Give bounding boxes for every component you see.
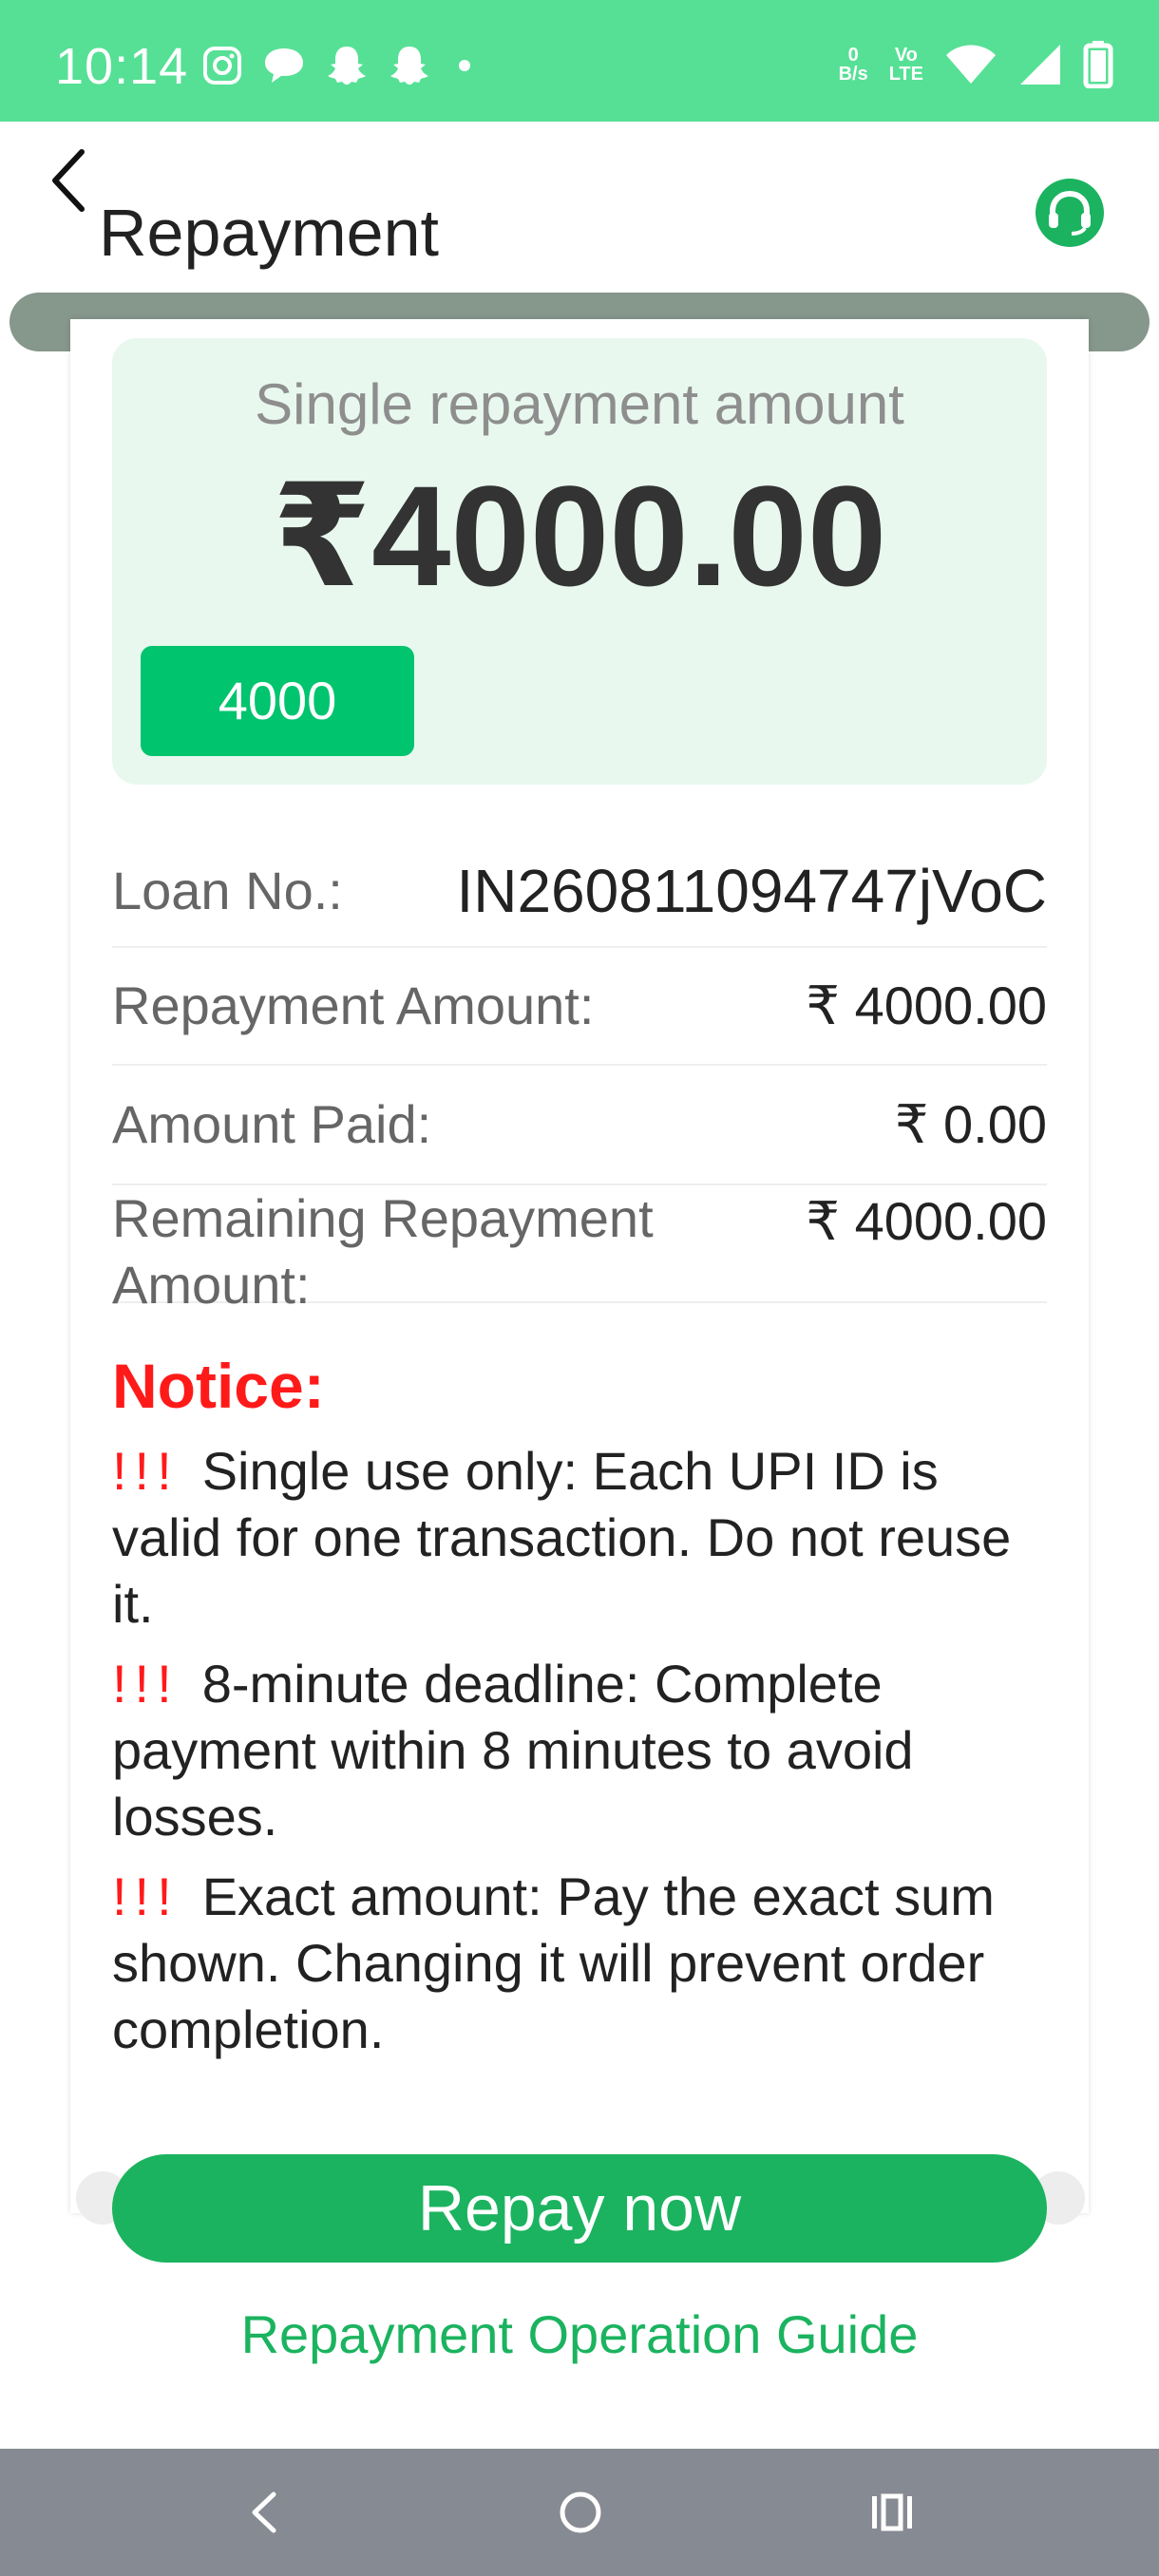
warning-marker: !!! xyxy=(112,1654,180,1714)
back-arrow-icon xyxy=(52,149,85,212)
notice-item: !!! Exact amount: Pay the exact sum shown… xyxy=(112,1864,1053,2063)
warning-marker: !!! xyxy=(112,1866,180,1926)
notice-text: Single use only: Each UPI ID is valid fo… xyxy=(112,1441,1012,1634)
status-time: 10:14 xyxy=(55,38,189,95)
snapchat-icon xyxy=(390,47,428,85)
status-bar: 10:14 0 B/s Vo LTE xyxy=(0,0,1159,122)
notice-text: Exact amount: Pay the exact sum shown. C… xyxy=(112,1866,995,2059)
detail-label: Repayment Amount: xyxy=(112,975,595,1035)
detail-row-amount-paid: Amount Paid: ₹ 0.00 xyxy=(112,1066,1047,1185)
amount-chip: 4000 xyxy=(141,646,414,756)
customer-support-icon xyxy=(1036,179,1104,247)
nav-recent-apps-icon xyxy=(872,2493,912,2531)
detail-value: ₹ 4000.00 xyxy=(806,975,1047,1035)
detail-value: IN260811094747jVoC xyxy=(456,857,1047,925)
nav-back-icon xyxy=(252,2491,276,2533)
detail-label: Remaining Repayment Amount: xyxy=(112,1188,654,1315)
dot-icon xyxy=(459,60,470,71)
amount-summary-box: Single repayment amount ₹4000.00 4000 xyxy=(112,338,1047,785)
nav-home-button[interactable] xyxy=(547,2479,614,2546)
detail-row-remaining-amount: Remaining Repayment Amount: ₹ 4000.00 xyxy=(112,1185,1047,1315)
system-navigation-bar xyxy=(0,2449,1159,2576)
wifi-icon xyxy=(946,45,996,84)
notice-item: !!! 8-minute deadline: Complete payment w… xyxy=(112,1651,1053,1850)
notice-text: 8-minute deadline: Complete payment with… xyxy=(112,1654,914,1847)
amount-caption: Single repayment amount xyxy=(255,372,904,436)
chat-bubble-icon xyxy=(265,48,303,83)
notice-title: Notice: xyxy=(112,1351,325,1421)
nav-back-button[interactable] xyxy=(232,2479,298,2546)
notification-icons xyxy=(201,42,479,89)
back-button[interactable] xyxy=(42,142,99,218)
data-speed-icon: 0 B/s xyxy=(838,45,868,85)
system-status-icons: 0 B/s Vo LTE xyxy=(839,38,1113,91)
repayment-guide-link[interactable]: Repayment Operation Guide xyxy=(0,2299,1159,2371)
volte-icon: Vo LTE xyxy=(888,45,923,85)
instagram-icon xyxy=(203,47,241,85)
snapchat-icon xyxy=(328,47,366,85)
detail-row-repayment-amount: Repayment Amount: ₹ 4000.00 xyxy=(112,948,1047,1066)
customer-support-button[interactable] xyxy=(1034,177,1106,249)
repayment-amount-value: ₹4000.00 xyxy=(272,456,887,616)
signal-icon xyxy=(1020,45,1060,85)
battery-icon xyxy=(1083,41,1113,88)
detail-value: ₹ 4000.00 xyxy=(806,1191,1047,1251)
nav-home-icon xyxy=(560,2491,601,2533)
page-title: Repayment xyxy=(99,196,439,270)
repay-now-button[interactable]: Repay now xyxy=(112,2154,1047,2263)
detail-row-loan-no: Loan No.: IN260811094747jVoC xyxy=(112,836,1047,948)
warning-marker: !!! xyxy=(112,1441,180,1501)
nav-recent-apps-button[interactable] xyxy=(859,2479,925,2546)
detail-label: Amount Paid: xyxy=(112,1094,432,1154)
detail-value: ₹ 0.00 xyxy=(894,1094,1047,1154)
detail-label: Loan No.: xyxy=(112,861,343,920)
notice-item: !!! Single use only: Each UPI ID is valid… xyxy=(112,1438,1053,1638)
